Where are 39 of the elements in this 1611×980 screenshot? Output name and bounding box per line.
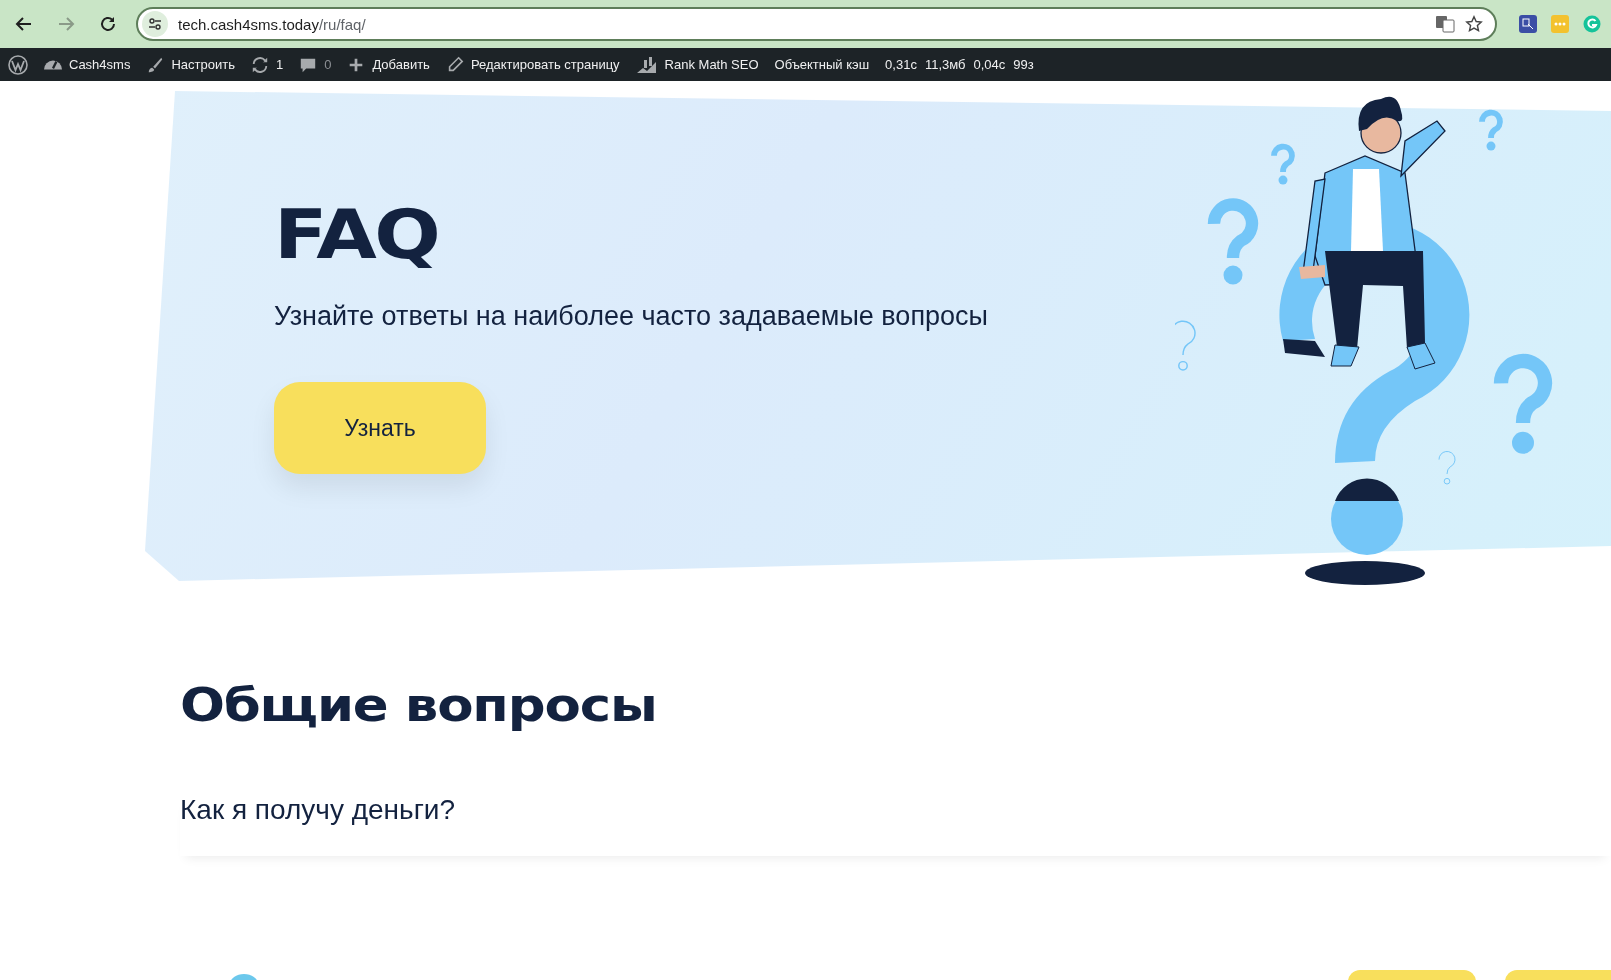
page-title: FAQ xyxy=(274,201,439,269)
comments-menu-item[interactable]: 0 xyxy=(299,55,332,74)
url-text: tech.cash4sms.today/ru/faq/ xyxy=(178,15,367,33)
seo-menu-item[interactable]: Rank Math SEO xyxy=(635,55,759,74)
question-mark-icon xyxy=(1479,109,1503,151)
translate-icon[interactable] xyxy=(1435,14,1455,34)
extension-icon[interactable] xyxy=(1519,15,1537,33)
site-settings-icon[interactable] xyxy=(142,11,168,37)
question-mark-icon xyxy=(1271,143,1295,185)
question-mark-icon xyxy=(1438,451,1456,485)
question-mark-icon xyxy=(1493,353,1553,454)
dashboard-icon xyxy=(44,59,62,70)
page-subtitle: Узнайте ответы на наиболее часто задаваемые вопросы xyxy=(274,301,988,332)
faq-item[interactable]: Как я получу деньги? xyxy=(180,794,1611,856)
site-menu-item[interactable]: Cash4sms xyxy=(44,57,131,72)
stat-text: 11,3мб xyxy=(924,57,966,72)
stat-text: 99з xyxy=(1013,57,1034,72)
back-arrow-icon xyxy=(15,15,33,33)
star-icon[interactable] xyxy=(1465,15,1483,33)
stat-text: 0,31с xyxy=(885,57,917,72)
question-mark-icon xyxy=(1175,320,1196,371)
updates-menu-item[interactable]: 1 xyxy=(250,55,284,74)
question-mark-icon xyxy=(1207,198,1259,285)
customize-menu-item[interactable]: Настроить xyxy=(146,55,235,74)
brush-icon xyxy=(146,55,165,74)
learn-button[interactable]: Узнать xyxy=(274,382,486,474)
reload-icon xyxy=(99,15,117,33)
bar-chart-icon xyxy=(635,55,658,74)
wordpress-menu[interactable] xyxy=(8,54,28,75)
refresh-icon xyxy=(250,55,269,74)
section-title: Общие вопросы xyxy=(180,678,658,732)
new-menu-item[interactable]: Добавить xyxy=(347,55,430,74)
text-menu-item[interactable]: Объектный кэш xyxy=(774,57,870,72)
address-bar[interactable]: tech.cash4sms.today/ru/faq/ xyxy=(136,7,1497,41)
edit-menu-item[interactable]: Редактировать страницу xyxy=(445,55,620,74)
stat-text: 0,04с xyxy=(973,57,1006,72)
wordpress-logo-icon xyxy=(8,54,28,75)
forward-arrow-icon xyxy=(57,15,75,33)
faq-question: Как я получу деньги? xyxy=(180,794,456,826)
